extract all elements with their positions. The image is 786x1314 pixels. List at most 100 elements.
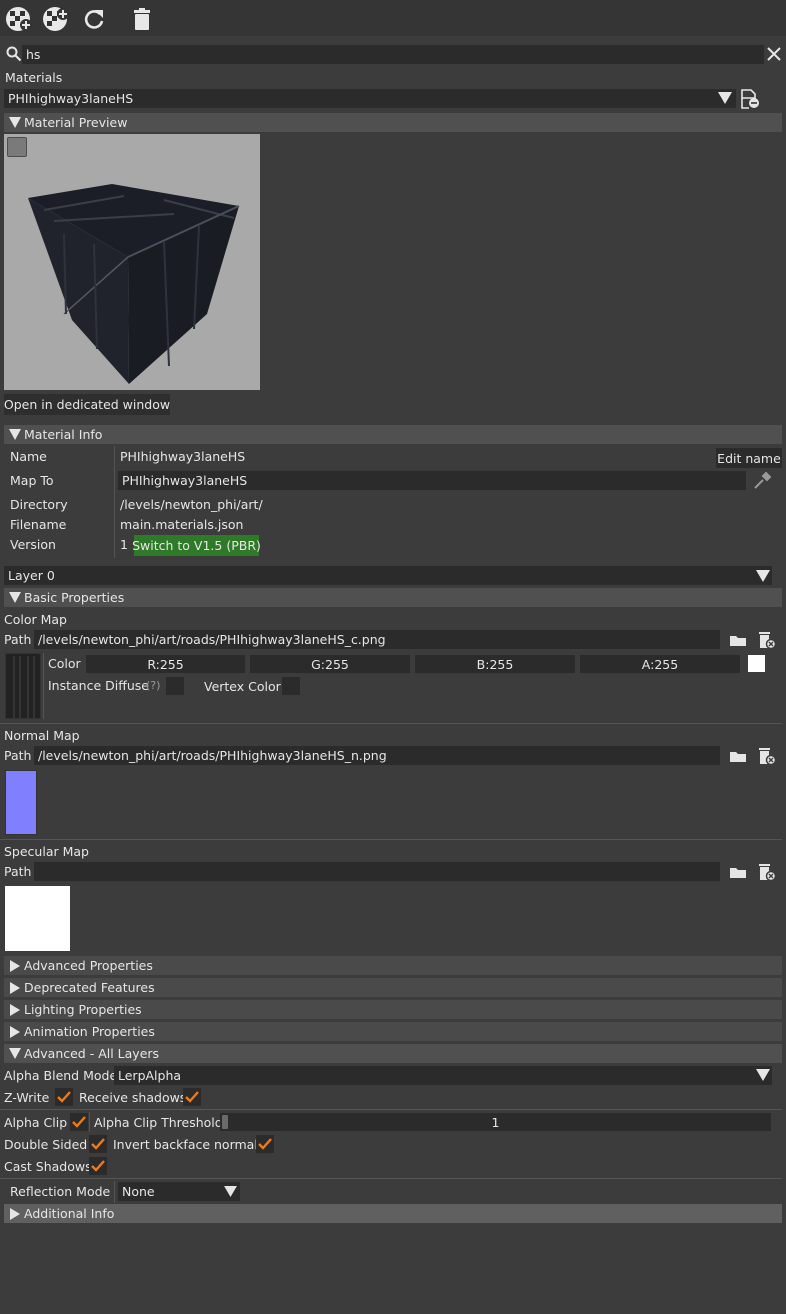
- materials-dropdown[interactable]: PHIhighway3laneHS: [4, 89, 736, 108]
- reflection-mode-dropdown[interactable]: None: [118, 1182, 240, 1201]
- help-icon[interactable]: (?): [146, 679, 160, 692]
- alpha-clip-threshold-value: 1: [491, 1114, 500, 1130]
- switch-pbr-button[interactable]: Switch to V1.5 (PBR): [132, 535, 261, 556]
- additional-info-title: Additional Info: [24, 1206, 115, 1221]
- specular-map-thumbnail: [5, 886, 70, 951]
- vertex-color-label: Vertex Color: [204, 679, 281, 694]
- add-material-alt-icon[interactable]: [41, 4, 71, 34]
- color-a-input[interactable]: A:255: [580, 655, 740, 673]
- separator: [0, 1109, 782, 1110]
- material-preview-image: [4, 134, 260, 390]
- version-label: Version: [10, 537, 56, 552]
- triangle-right-icon: [6, 1207, 24, 1220]
- info-column-divider: [114, 446, 115, 558]
- cast-shadows-checkbox[interactable]: [89, 1157, 107, 1175]
- deprecated-features-header[interactable]: Deprecated Features: [4, 978, 782, 997]
- separator: [0, 723, 782, 724]
- divider: [89, 1112, 90, 1132]
- triangle-right-icon: [6, 981, 24, 994]
- version-value: 1: [120, 537, 128, 552]
- eyedropper-icon[interactable]: [752, 471, 772, 491]
- vertex-color-checkbox[interactable]: [282, 677, 300, 695]
- receive-shadows-checkbox[interactable]: [183, 1088, 201, 1106]
- triangle-right-icon: [6, 1003, 24, 1016]
- lighting-properties-header[interactable]: Lighting Properties: [4, 1000, 782, 1019]
- name-value: PHIhighway3laneHS: [120, 449, 246, 464]
- layer-dropdown[interactable]: Layer 0: [4, 566, 772, 585]
- folder-open-icon[interactable]: [728, 862, 748, 882]
- directory-value: /levels/newton_phi/art/: [120, 497, 263, 512]
- alpha-blend-mode-label: Alpha Blend Mode: [4, 1068, 118, 1083]
- color-map-path-label: Path: [4, 632, 32, 647]
- color-swatch[interactable]: [748, 655, 765, 672]
- map-to-label: Map To: [10, 473, 54, 488]
- alpha-clip-checkbox[interactable]: [70, 1113, 88, 1131]
- alpha-blend-mode-value: LerpAlpha: [118, 1068, 182, 1083]
- filename-value: main.materials.json: [120, 517, 244, 532]
- separator: [0, 839, 782, 840]
- basic-properties-title: Basic Properties: [24, 590, 125, 605]
- trash-icon[interactable]: [127, 4, 157, 34]
- advanced-all-layers-header[interactable]: Advanced - All Layers: [4, 1044, 782, 1063]
- alpha-clip-label: Alpha Clip: [4, 1115, 68, 1130]
- alpha-blend-mode-dropdown[interactable]: LerpAlpha: [114, 1066, 772, 1085]
- cube-preview-icon: [28, 184, 240, 384]
- instance-diffuse-checkbox[interactable]: [166, 677, 184, 695]
- invert-backface-normals-checkbox[interactable]: [256, 1135, 274, 1153]
- invert-backface-normals-label: Invert backface normals: [113, 1137, 265, 1152]
- reflection-mode-value: None: [122, 1184, 155, 1199]
- edit-name-button[interactable]: Edit name: [716, 448, 782, 468]
- remove-texture-icon[interactable]: [756, 630, 776, 650]
- toolbar: [0, 0, 786, 36]
- chevron-down-icon: [756, 1069, 770, 1084]
- color-map-thumbnail: [5, 653, 41, 719]
- basic-properties-header[interactable]: Basic Properties: [4, 588, 782, 607]
- double-sided-checkbox[interactable]: [89, 1135, 107, 1153]
- color-g-input[interactable]: G:255: [250, 655, 410, 673]
- color-label: Color: [48, 656, 81, 671]
- instance-diffuse-label: Instance Diffuse: [48, 678, 149, 693]
- separator: [0, 1178, 782, 1179]
- material-preview-title: Material Preview: [24, 115, 128, 130]
- cast-shadows-label: Cast Shadows: [4, 1159, 92, 1174]
- remove-texture-icon[interactable]: [756, 746, 776, 766]
- filename-label: Filename: [10, 517, 67, 532]
- open-dedicated-window-button[interactable]: Open in dedicated window: [4, 394, 170, 415]
- remove-texture-icon[interactable]: [756, 862, 776, 882]
- divider: [114, 1181, 115, 1203]
- color-map-path-input[interactable]: /levels/newton_phi/art/roads/PHIhighway3…: [34, 630, 720, 649]
- clear-search-icon[interactable]: [767, 47, 781, 61]
- triangle-down-icon: [6, 592, 24, 603]
- search-input[interactable]: hs: [22, 45, 764, 64]
- chevron-down-icon: [224, 1185, 237, 1200]
- color-b-input[interactable]: B:255: [415, 655, 575, 673]
- alpha-clip-threshold-slider[interactable]: 1: [220, 1113, 771, 1131]
- additional-info-header[interactable]: Additional Info: [4, 1204, 782, 1223]
- name-label: Name: [10, 449, 47, 464]
- specular-map-path-input[interactable]: [34, 862, 720, 881]
- material-info-header[interactable]: Material Info: [4, 425, 782, 444]
- reflection-mode-label: Reflection Mode: [10, 1184, 111, 1199]
- z-write-checkbox[interactable]: [55, 1088, 73, 1106]
- materials-selected: PHIhighway3laneHS: [8, 91, 134, 106]
- folder-open-icon[interactable]: [728, 746, 748, 766]
- animation-properties-header[interactable]: Animation Properties: [4, 1022, 782, 1041]
- normal-map-title: Normal Map: [4, 728, 80, 743]
- material-info-title: Material Info: [24, 427, 103, 442]
- map-to-input[interactable]: PHIhighway3laneHS: [118, 471, 746, 490]
- file-material-icon[interactable]: [740, 89, 760, 109]
- search-icon: [6, 46, 22, 62]
- add-material-icon[interactable]: [4, 4, 34, 34]
- folder-open-icon[interactable]: [728, 630, 748, 650]
- refresh-icon[interactable]: [79, 4, 109, 34]
- material-preview-header[interactable]: Material Preview: [4, 113, 782, 132]
- deprecated-features-title: Deprecated Features: [24, 980, 155, 995]
- slider-grab-handle[interactable]: [222, 1115, 228, 1129]
- color-map-title: Color Map: [4, 612, 67, 627]
- advanced-properties-header[interactable]: Advanced Properties: [4, 956, 782, 975]
- normal-map-path-input[interactable]: /levels/newton_phi/art/roads/PHIhighway3…: [34, 746, 720, 765]
- triangle-down-icon: [6, 429, 24, 440]
- chevron-down-icon: [756, 570, 770, 585]
- color-r-input[interactable]: R:255: [86, 655, 245, 673]
- triangle-right-icon: [6, 959, 24, 972]
